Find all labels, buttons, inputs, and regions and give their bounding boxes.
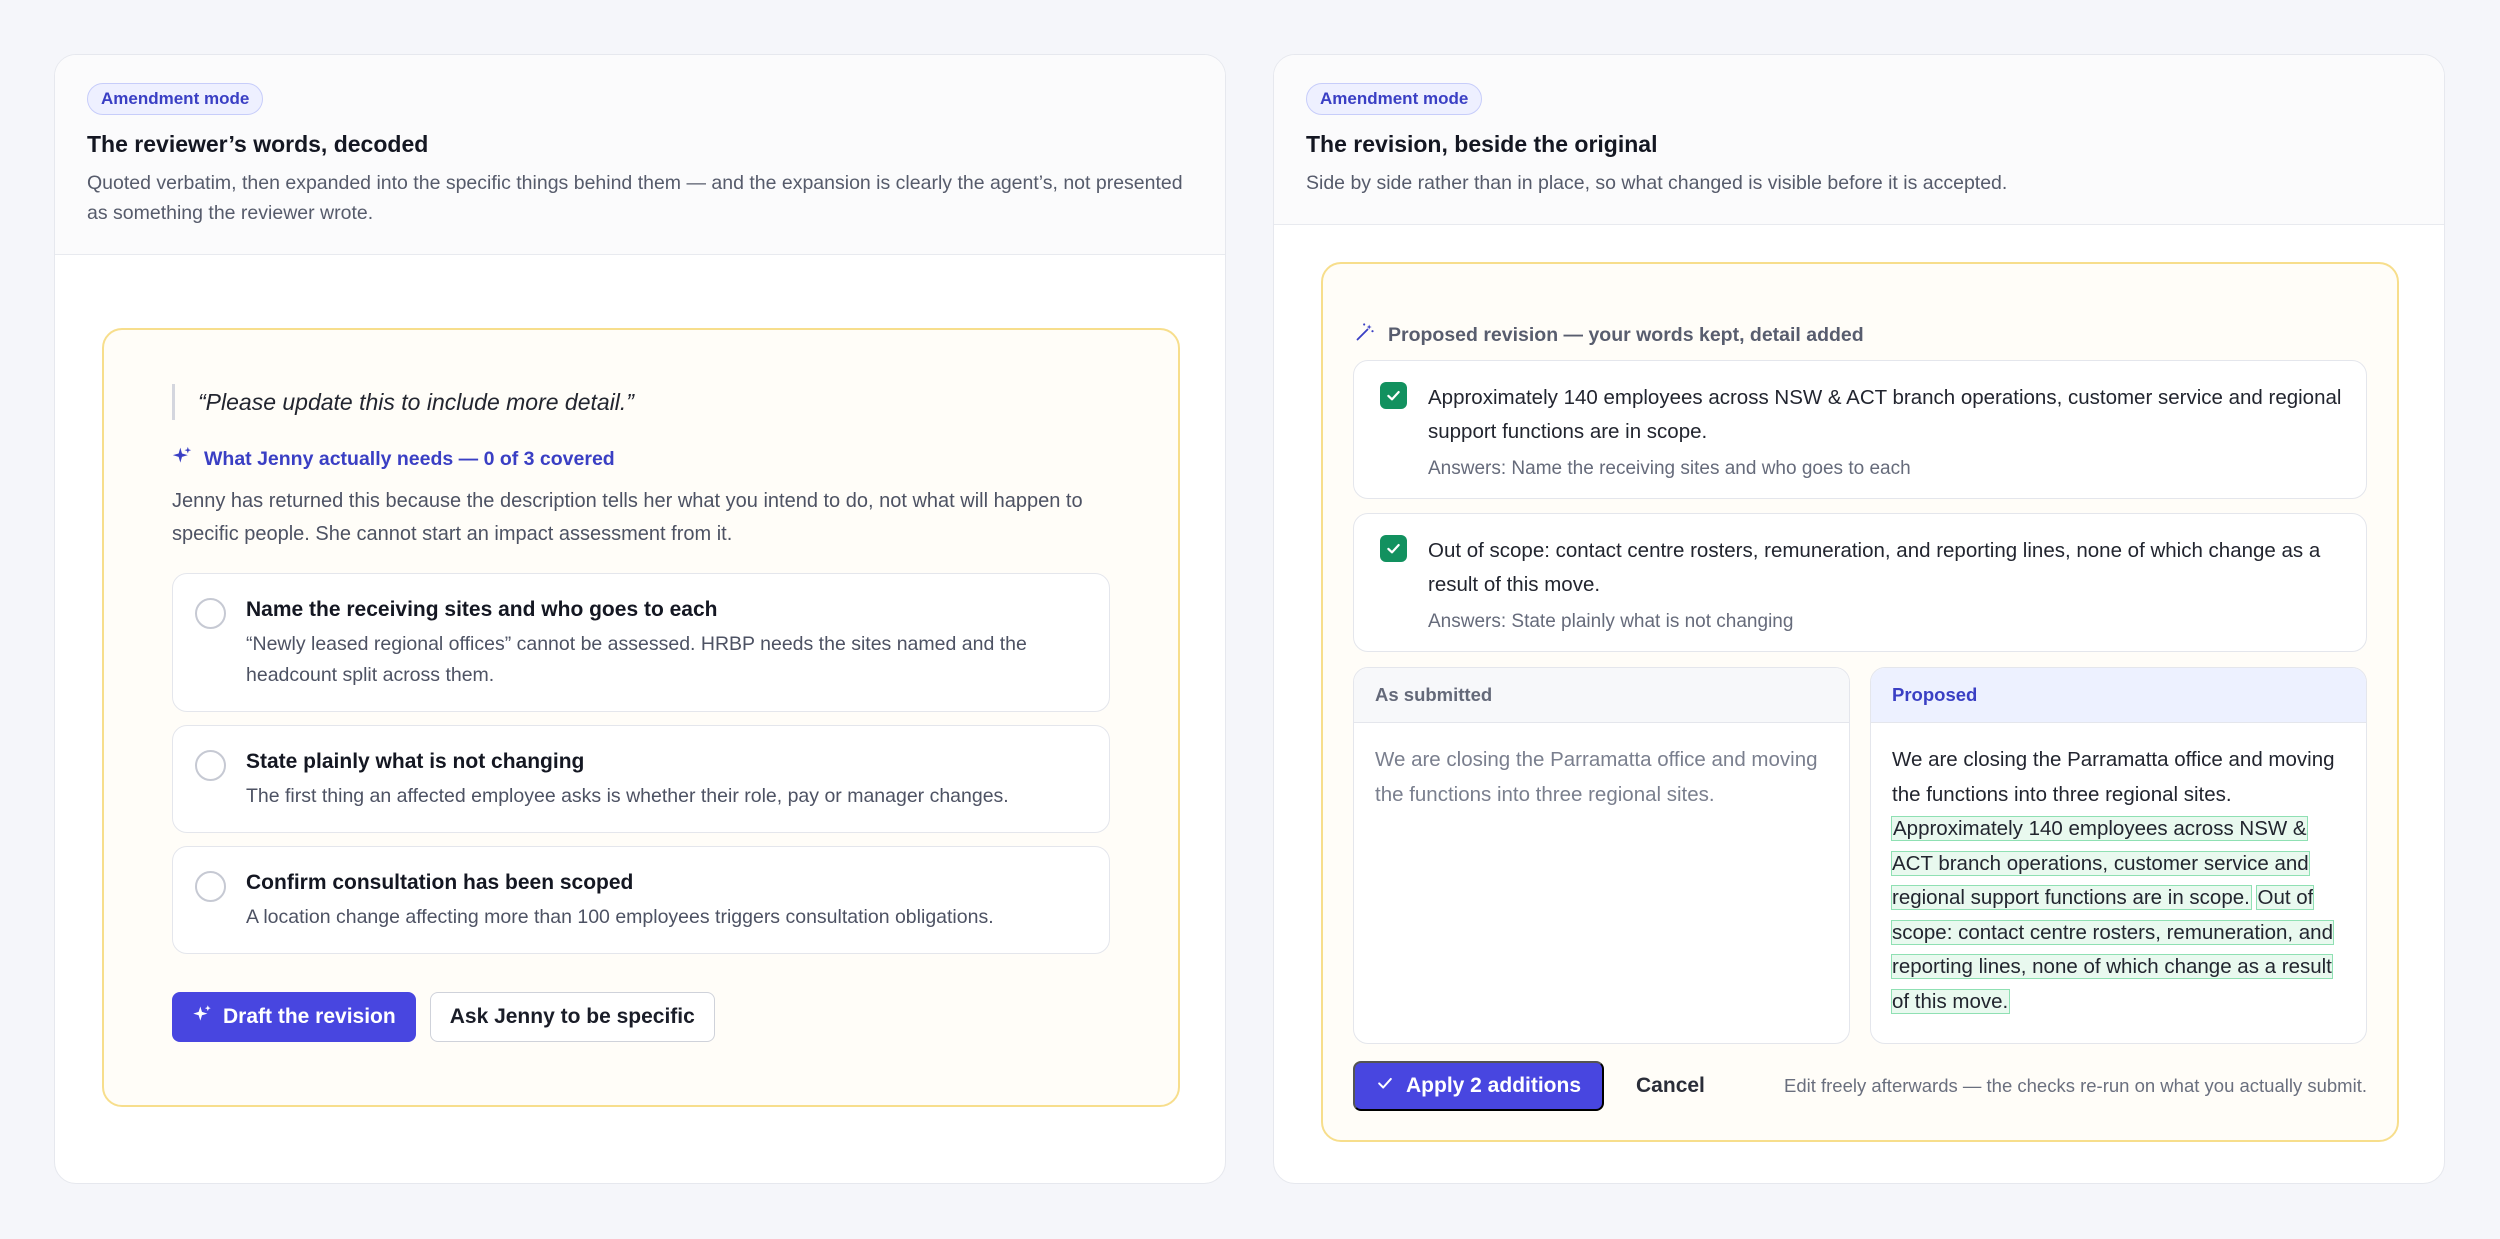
need-item[interactable]: State plainly what is not changing The f… [172,725,1110,833]
revision-actions: Apply 2 additions Cancel Edit freely aft… [1353,1061,2367,1111]
draft-revision-label: Draft the revision [223,1005,396,1028]
needs-description: Jenny has returned this because the desc… [172,490,1083,545]
amendment-mode-badge: Amendment mode [1306,83,1483,116]
radio-unchecked-icon[interactable] [195,750,226,781]
addition-item[interactable]: Out of scope: contact centre rosters, re… [1353,513,2367,652]
as-submitted-text: We are closing the Parramatta office and… [1375,748,1818,806]
revision-panel-header: Amendment mode The revision, beside the … [1274,55,2444,226]
panel-subtitle: Side by side rather than in place, so wh… [1306,172,2008,195]
addition-item[interactable]: Approximately 140 employees across NSW &… [1353,360,2367,499]
decode-panel: Amendment mode The reviewer’s words, dec… [54,54,1226,1184]
sparkle-icon [192,1004,212,1030]
proposed-column: Proposed We are closing the Parramatta o… [1870,667,2367,1044]
radio-unchecked-icon[interactable] [195,598,226,629]
proposed-text: We are closing the Parramatta office and… [1871,723,2366,1039]
need-title: Confirm consultation has been scoped [246,871,634,894]
apply-additions-label: Apply 2 additions [1406,1074,1582,1097]
revision-panel: Amendment mode The revision, beside the … [1273,54,2445,1184]
radio-unchecked-icon[interactable] [195,871,226,902]
apply-note: Edit freely afterwards — the checks re-r… [1783,1075,2367,1096]
decode-panel-header: Amendment mode The reviewer’s words, dec… [55,55,1225,256]
addition-text: Approximately 140 employees across NSW &… [1428,386,2342,443]
check-icon [1376,1074,1394,1098]
apply-additions-button[interactable]: Apply 2 additions [1353,1061,1605,1111]
panel-title: The revision, beside the original [1306,131,1658,158]
needs-heading: What Jenny actually needs — 0 of 3 cover… [172,446,1110,472]
addition-text: Out of scope: contact centre rosters, re… [1428,539,2321,596]
needs-heading-label: What Jenny actually needs — 0 of 3 cover… [204,447,615,470]
need-text: “Newly leased regional offices” cannot b… [246,633,1027,686]
cancel-button[interactable]: Cancel [1636,1074,1705,1098]
revision-heading: Proposed revision — your words kept, det… [1353,322,2367,348]
need-text: The first thing an affected employee ask… [246,785,1009,807]
panel-title: The reviewer’s words, decoded [87,131,429,158]
ask-jenny-button[interactable]: Ask Jenny to be specific [429,992,715,1042]
proposed-label: Proposed [1871,668,2366,723]
addition-answer: Answers: State plainly what is not chang… [1428,611,1794,632]
need-title: Name the receiving sites and who goes to… [246,598,718,621]
checkbox-checked-icon[interactable] [1380,382,1407,409]
need-item[interactable]: Name the receiving sites and who goes to… [172,573,1110,712]
reviewer-quote: “Please update this to include more deta… [172,384,1110,420]
comparison: As submitted We are closing the Parramat… [1353,667,2367,1044]
draft-revision-button[interactable]: Draft the revision [172,992,416,1042]
need-text: A location change affecting more than 10… [246,906,994,928]
need-title: State plainly what is not changing [246,750,585,773]
panel-subtitle: Quoted verbatim, then expanded into the … [87,172,1183,225]
proposed-revision-card: Proposed revision — your words kept, det… [1321,262,2399,1142]
amendment-mode-badge: Amendment mode [87,83,264,116]
sparkle-icon [172,446,192,472]
reviewer-decode-card: “Please update this to include more deta… [102,328,1180,1107]
as-submitted-column: As submitted We are closing the Parramat… [1353,667,1850,1044]
proposed-base-text: We are closing the Parramatta office and… [1892,748,2335,806]
revision-heading-label: Proposed revision — your words kept, det… [1388,323,1864,346]
addition-answer: Answers: Name the receiving sites and wh… [1428,458,1911,479]
added-text-highlight: Approximately 140 employees across NSW &… [1891,816,2310,910]
magic-wand-icon [1355,322,1375,348]
checkbox-checked-icon[interactable] [1380,535,1407,562]
decode-actions: Draft the revision Ask Jenny to be speci… [172,992,1110,1042]
need-item[interactable]: Confirm consultation has been scoped A l… [172,846,1110,954]
as-submitted-label: As submitted [1354,668,1849,723]
